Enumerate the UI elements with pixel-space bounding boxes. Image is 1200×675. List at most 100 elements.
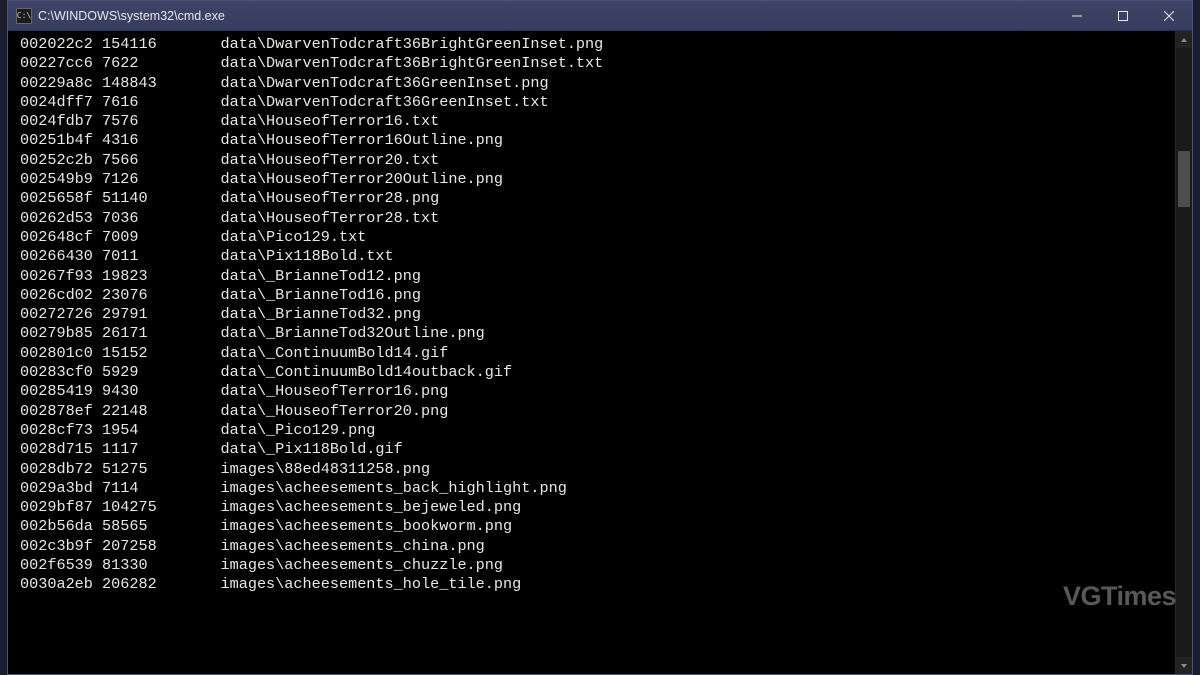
row-path: data\DwarvenTodcraft36GreenInset.txt [220,93,548,111]
row-address: 00267f93 [20,267,102,286]
row-size: 5929 [102,363,220,382]
row-address: 0025658f [20,189,102,208]
terminal-area: 002022c2154116data\DwarvenTodcraft36Brig… [8,31,1192,674]
row-size: 7114 [102,479,220,498]
row-path: data\_HouseofTerror20.png [220,402,448,420]
row-path: data\_BrianneTod12.png [220,267,421,285]
row-path: images\acheesements_bookworm.png [220,517,512,535]
row-size: 7126 [102,170,220,189]
listing-row: 00251b4f4316data\HouseofTerror16Outline.… [20,131,1175,150]
listing-row: 0029a3bd7114images\acheesements_back_hig… [20,479,1175,498]
row-address: 002f6539 [20,556,102,575]
maximize-button[interactable] [1100,1,1146,30]
row-size: 7566 [102,151,220,170]
listing-row: 0030a2eb206282images\acheesements_hole_t… [20,575,1175,594]
row-path: data\_BrianneTod32Outline.png [220,324,484,342]
scroll-down-arrow-icon[interactable] [1176,657,1192,674]
row-path: images\acheesements_back_highlight.png [220,479,566,497]
row-address: 002b56da [20,517,102,536]
row-address: 00251b4f [20,131,102,150]
row-address: 0028db72 [20,460,102,479]
listing-row: 0026cd0223076data\_BrianneTod16.png [20,286,1175,305]
listing-row: 002b56da58565images\acheesements_bookwor… [20,517,1175,536]
row-size: 7036 [102,209,220,228]
row-address: 002022c2 [20,35,102,54]
row-address: 0029a3bd [20,479,102,498]
row-size: 26171 [102,324,220,343]
row-size: 7622 [102,54,220,73]
row-size: 7009 [102,228,220,247]
row-size: 81330 [102,556,220,575]
row-path: data\Pico129.txt [220,228,366,246]
listing-row: 0029bf87104275images\acheesements_bejewe… [20,498,1175,517]
listing-row: 00279b8526171data\_BrianneTod32Outline.p… [20,324,1175,343]
row-size: 51140 [102,189,220,208]
vertical-scrollbar[interactable] [1175,31,1192,674]
row-address: 00252c2b [20,151,102,170]
row-address: 00262d53 [20,209,102,228]
row-address: 00285419 [20,382,102,401]
minimize-button[interactable] [1054,1,1100,30]
row-address: 0024dff7 [20,93,102,112]
row-address: 00272726 [20,305,102,324]
listing-row: 002854199430data\_HouseofTerror16.png [20,382,1175,401]
row-path: data\HouseofTerror16Outline.png [220,131,503,149]
terminal-output[interactable]: 002022c2154116data\DwarvenTodcraft36Brig… [8,31,1175,674]
row-size: 51275 [102,460,220,479]
row-path: data\_HouseofTerror16.png [220,382,448,400]
listing-row: 002801c015152data\_ContinuumBold14.gif [20,344,1175,363]
listing-row: 002549b97126data\HouseofTerror20Outline.… [20,170,1175,189]
row-size: 22148 [102,402,220,421]
listing-row: 0025658f51140data\HouseofTerror28.png [20,189,1175,208]
row-address: 002801c0 [20,344,102,363]
row-path: images\acheesements_chuzzle.png [220,556,503,574]
row-path: images\acheesements_bejeweled.png [220,498,521,516]
row-size: 207258 [102,537,220,556]
row-address: 0030a2eb [20,575,102,594]
listing-row: 002664307011data\Pix118Bold.txt [20,247,1175,266]
listing-row: 0028cf731954data\_Pico129.png [20,421,1175,440]
window-title: C:\WINDOWS\system32\cmd.exe [38,9,225,23]
row-path: data\DwarvenTodcraft36GreenInset.png [220,74,548,92]
listing-row: 002f653981330images\acheesements_chuzzle… [20,556,1175,575]
listing-row: 0024dff77616data\DwarvenTodcraft36GreenI… [20,93,1175,112]
listing-row: 00229a8c148843data\DwarvenTodcraft36Gree… [20,74,1175,93]
row-address: 002878ef [20,402,102,421]
scroll-up-arrow-icon[interactable] [1176,31,1192,48]
listing-row: 00267f9319823data\_BrianneTod12.png [20,267,1175,286]
row-path: data\HouseofTerror16.txt [220,112,439,130]
scrollbar-thumb[interactable] [1178,151,1190,207]
listing-row: 0028d7151117data\_Pix118Bold.gif [20,440,1175,459]
row-path: data\HouseofTerror28.txt [220,209,439,227]
titlebar[interactable]: C:\ C:\WINDOWS\system32\cmd.exe [8,1,1192,31]
row-path: data\HouseofTerror20.txt [220,151,439,169]
row-size: 23076 [102,286,220,305]
listing-row: 002022c2154116data\DwarvenTodcraft36Brig… [20,35,1175,54]
listing-row: 002878ef22148data\_HouseofTerror20.png [20,402,1175,421]
cmd-icon: C:\ [16,8,32,24]
row-size: 58565 [102,517,220,536]
row-path: data\Pix118Bold.txt [220,247,393,265]
row-size: 7011 [102,247,220,266]
listing-row: 00227cc67622data\DwarvenTodcraft36Bright… [20,54,1175,73]
close-button[interactable] [1146,1,1192,30]
window-controls [1054,1,1192,30]
row-path: data\_ContinuumBold14outback.gif [220,363,512,381]
cmd-window: C:\ C:\WINDOWS\system32\cmd.exe 002022c2… [7,0,1193,675]
listing-row: 00252c2b7566data\HouseofTerror20.txt [20,151,1175,170]
row-size: 1117 [102,440,220,459]
row-address: 0028d715 [20,440,102,459]
row-path: images\88ed48311258.png [220,460,430,478]
row-address: 002549b9 [20,170,102,189]
row-size: 7576 [102,112,220,131]
row-size: 19823 [102,267,220,286]
listing-row: 002c3b9f207258images\acheesements_china.… [20,537,1175,556]
row-address: 00266430 [20,247,102,266]
row-path: images\acheesements_hole_tile.png [220,575,521,593]
row-address: 00283cf0 [20,363,102,382]
row-address: 0028cf73 [20,421,102,440]
listing-row: 00283cf05929data\_ContinuumBold14outback… [20,363,1175,382]
row-address: 00229a8c [20,74,102,93]
row-address: 002c3b9f [20,537,102,556]
row-path: images\acheesements_china.png [220,537,484,555]
